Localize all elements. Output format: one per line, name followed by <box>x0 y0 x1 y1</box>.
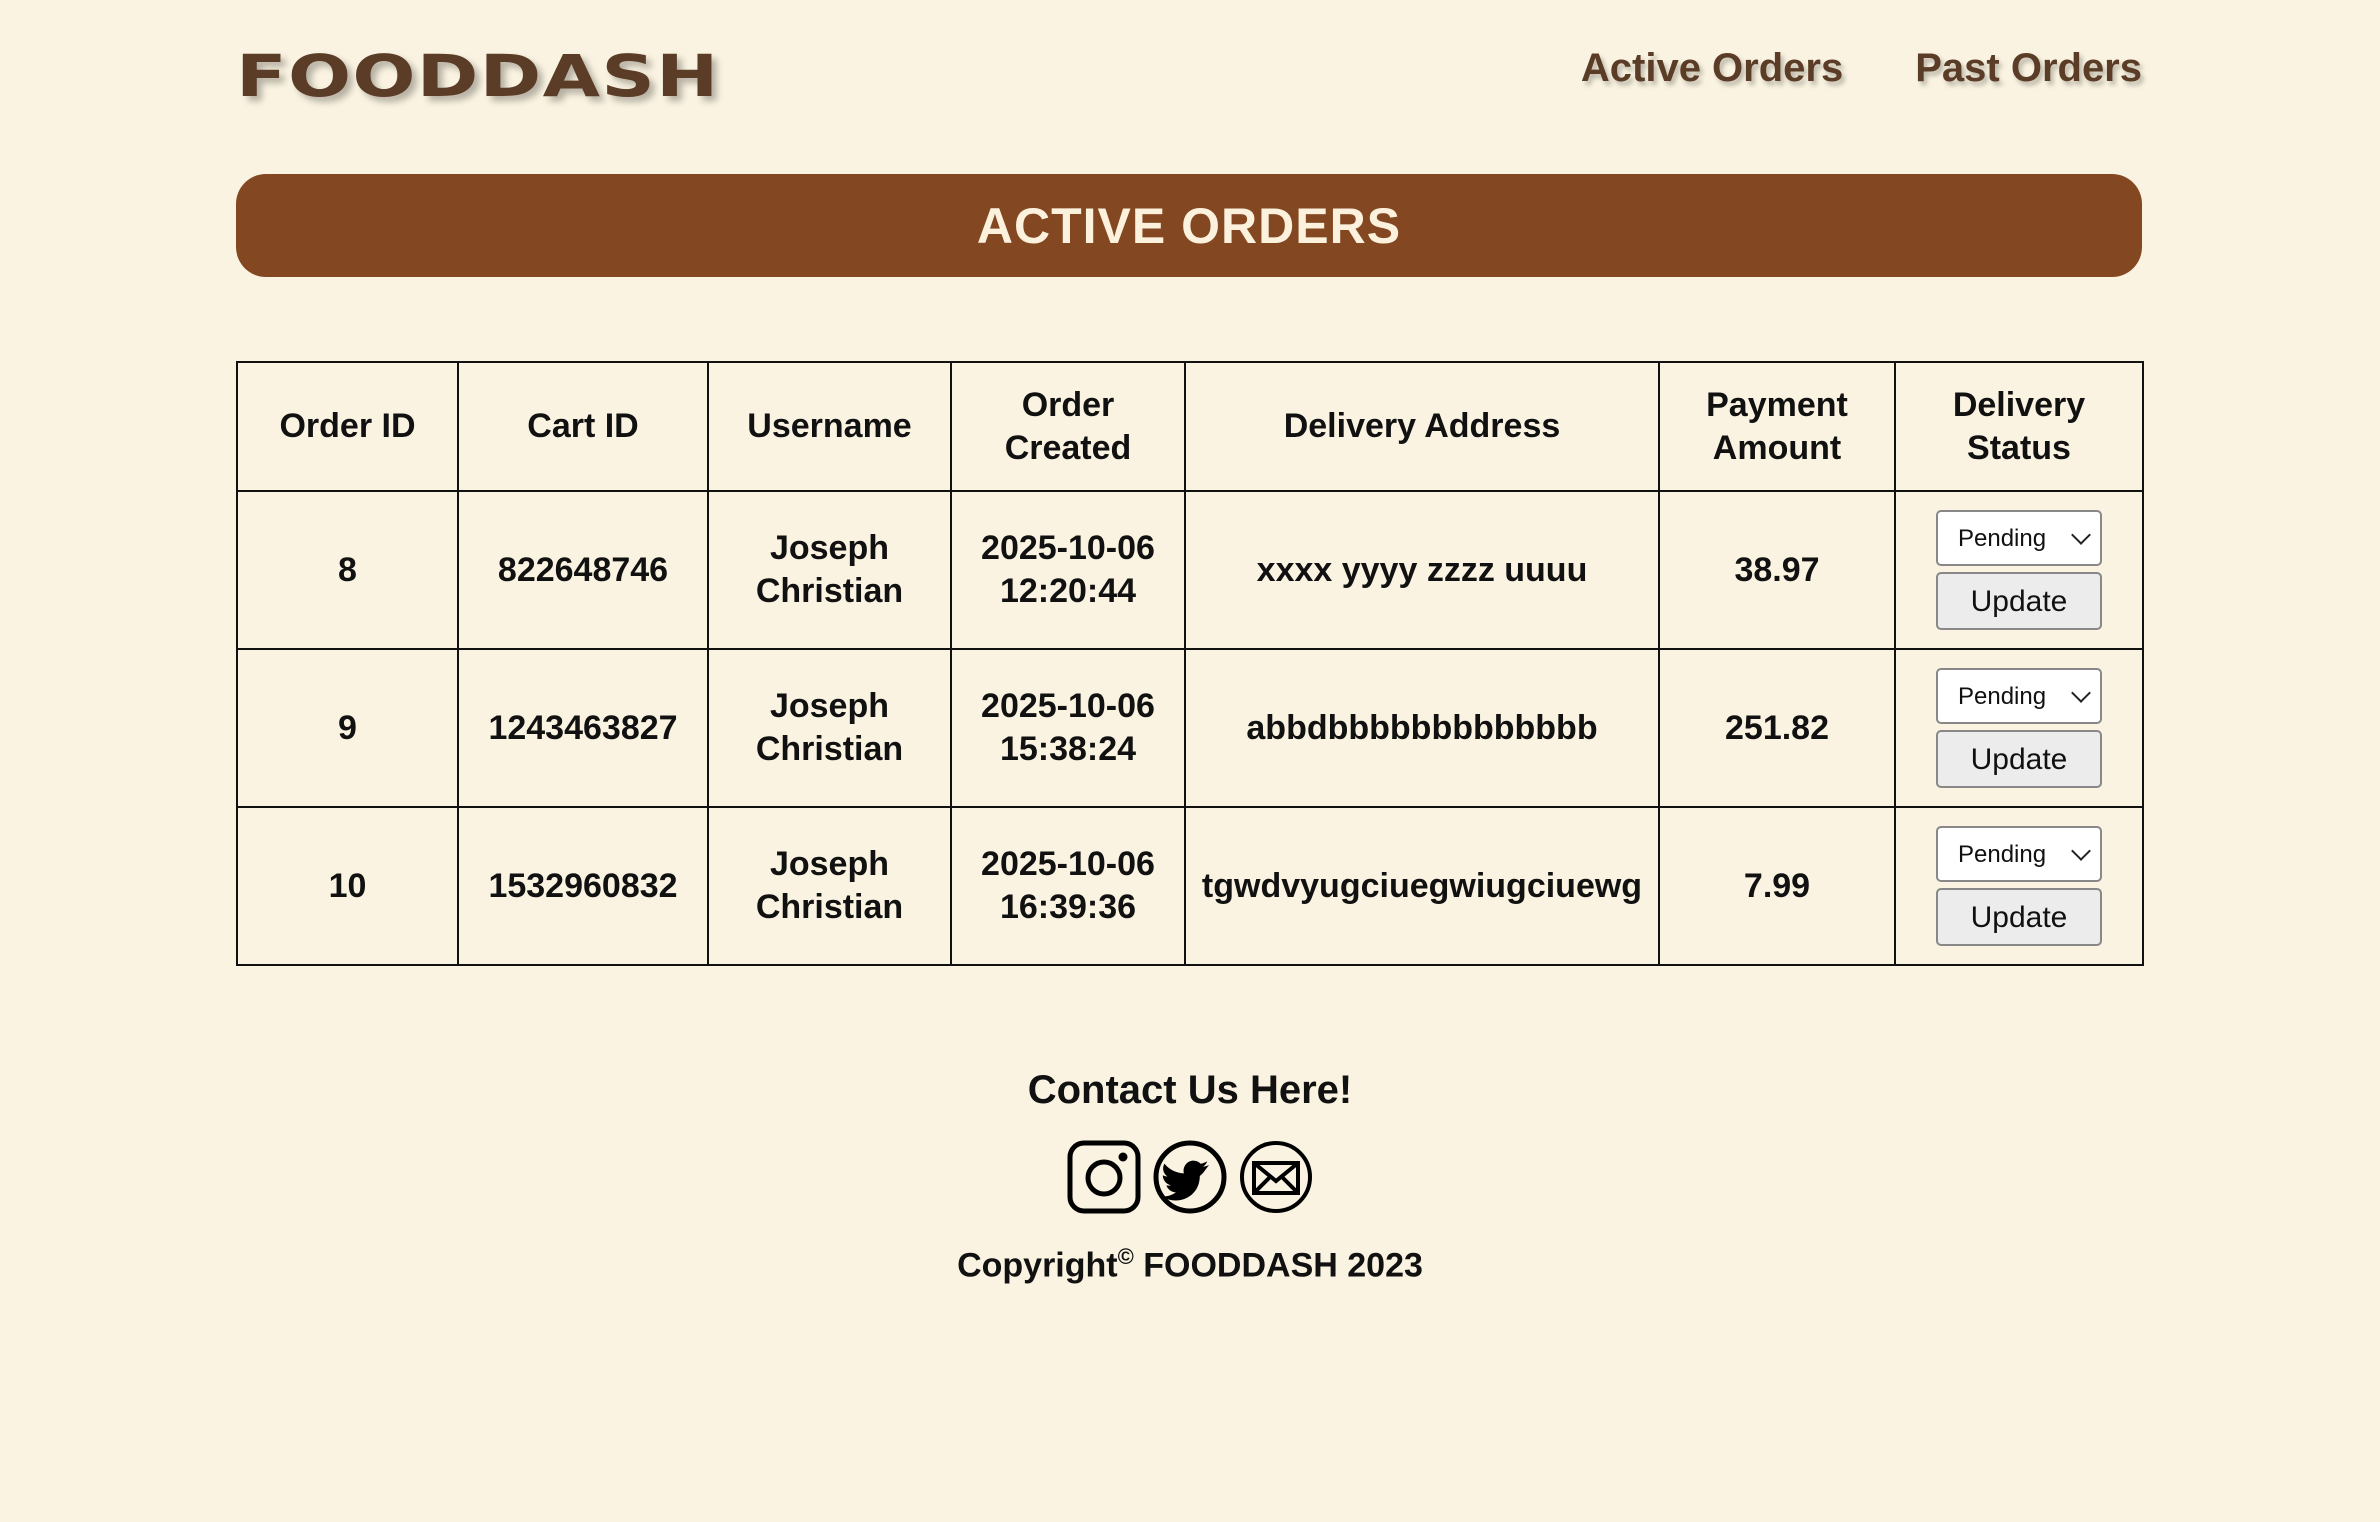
chevron-down-icon <box>2071 524 2091 545</box>
order-id-cell: 9 <box>236 648 459 808</box>
instagram-icon[interactable] <box>1067 1140 1141 1214</box>
social-icons <box>0 1140 2380 1214</box>
column-header-delivery-status: Delivery Status <box>1894 361 2144 492</box>
chevron-down-icon <box>2071 682 2091 703</box>
footer: Contact Us Here! Copyright© FOODDASH 202… <box>0 1060 2380 1285</box>
logo[interactable]: FOODDASH <box>236 42 720 110</box>
table-header-row: Order ID Cart ID Username Order Created … <box>236 361 2144 492</box>
page-banner: ACTIVE ORDERS <box>236 174 2142 277</box>
delivery-address-cell: xxxx yyyy zzzz uuuu <box>1184 490 1660 650</box>
delivery-status-cell: Pending Update <box>1894 648 2144 808</box>
order-created-cell: 2025-10-06 12:20:44 <box>950 490 1186 650</box>
column-header-cart-id: Cart ID <box>457 361 709 492</box>
username-cell: Joseph Christian <box>707 648 952 808</box>
order-created-cell: 2025-10-06 15:38:24 <box>950 648 1186 808</box>
copyright: Copyright© FOODDASH 2023 <box>0 1244 2380 1285</box>
delivery-status-cell: Pending Update <box>1894 806 2144 966</box>
table-row: 10 1532960832 Joseph Christian 2025-10-0… <box>236 806 2144 966</box>
status-select-value: Pending <box>1958 524 2047 552</box>
delivery-address-cell: abbdbbbbbbbbbbbbb <box>1184 648 1660 808</box>
nav: Active Orders Past Orders <box>1581 46 2142 91</box>
copyright-symbol: © <box>1117 1244 1134 1269</box>
cart-id-cell: 822648746 <box>457 490 709 650</box>
status-controls: Pending Update <box>1902 826 2136 946</box>
username-cell: Joseph Christian <box>707 806 952 966</box>
payment-amount-cell: 251.82 <box>1658 648 1896 808</box>
delivery-status-cell: Pending Update <box>1894 490 2144 650</box>
column-header-payment-amount: Payment Amount <box>1658 361 1896 492</box>
status-controls: Pending Update <box>1902 510 2136 630</box>
copyright-suffix: FOODDASH 2023 <box>1133 1246 1423 1285</box>
status-select[interactable]: Pending <box>1936 668 2102 724</box>
order-id-cell: 8 <box>236 490 459 650</box>
status-controls: Pending Update <box>1902 668 2136 788</box>
update-button[interactable]: Update <box>1936 572 2102 630</box>
status-select[interactable]: Pending <box>1936 826 2102 882</box>
contact-title: Contact Us Here! <box>1027 1068 1353 1112</box>
twitter-icon[interactable] <box>1153 1140 1227 1214</box>
mail-icon[interactable] <box>1239 1140 1313 1214</box>
copyright-prefix: Copyright <box>957 1246 1118 1285</box>
update-button[interactable]: Update <box>1936 730 2102 788</box>
update-button[interactable]: Update <box>1936 888 2102 946</box>
nav-active-orders[interactable]: Active Orders <box>1581 46 1843 91</box>
order-created-cell: 2025-10-06 16:39:36 <box>950 806 1186 966</box>
payment-amount-cell: 38.97 <box>1658 490 1896 650</box>
column-header-username: Username <box>707 361 952 492</box>
column-header-order-id: Order ID <box>236 361 459 492</box>
header: FOODDASH Active Orders Past Orders <box>236 38 2142 110</box>
nav-past-orders[interactable]: Past Orders <box>1915 46 2142 91</box>
page: FOODDASH Active Orders Past Orders ACTIV… <box>0 0 2380 1522</box>
table-row: 8 822648746 Joseph Christian 2025-10-06 … <box>236 490 2144 650</box>
status-select[interactable]: Pending <box>1936 510 2102 566</box>
table-row: 9 1243463827 Joseph Christian 2025-10-06… <box>236 648 2144 808</box>
order-id-cell: 10 <box>236 806 459 966</box>
orders-table: Order ID Cart ID Username Order Created … <box>236 361 2144 966</box>
page-title: ACTIVE ORDERS <box>976 197 1402 254</box>
cart-id-cell: 1532960832 <box>457 806 709 966</box>
cart-id-cell: 1243463827 <box>457 648 709 808</box>
status-select-value: Pending <box>1958 682 2047 710</box>
status-select-value: Pending <box>1958 840 2047 868</box>
delivery-address-cell: tgwdvyugciuegwiugciuewg <box>1184 806 1660 966</box>
chevron-down-icon <box>2071 840 2091 861</box>
username-cell: Joseph Christian <box>707 490 952 650</box>
column-header-order-created: Order Created <box>950 361 1186 492</box>
column-header-delivery-address: Delivery Address <box>1184 361 1660 492</box>
payment-amount-cell: 7.99 <box>1658 806 1896 966</box>
